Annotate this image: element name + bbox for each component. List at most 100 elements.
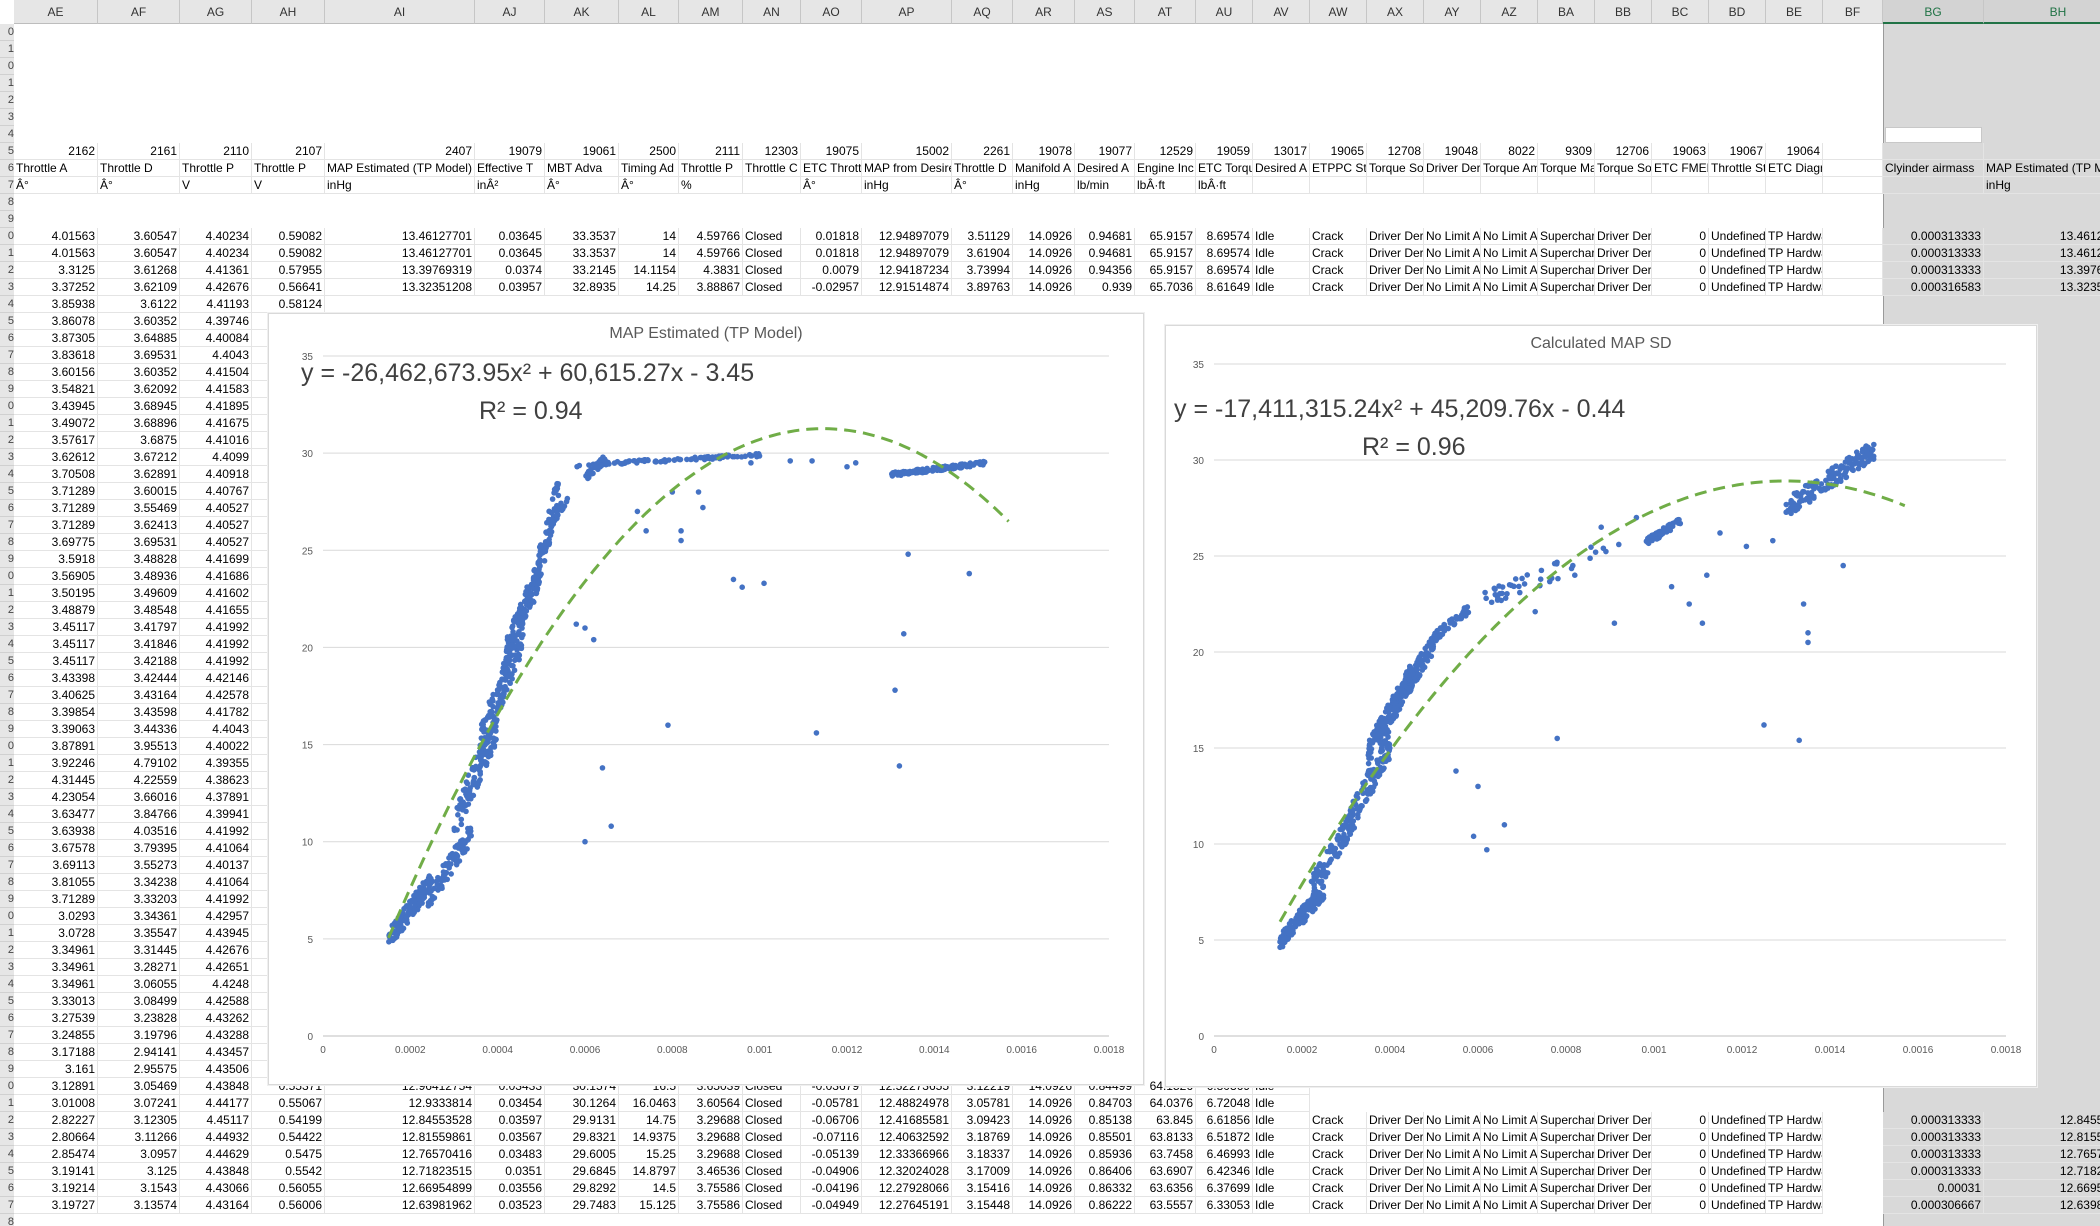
cell-be[interactable]: TP Hardware FMEM — [1766, 1112, 1823, 1129]
cell-an[interactable]: 12303 — [743, 143, 801, 160]
cell-am[interactable]: 4.3831 — [679, 262, 743, 279]
row-header[interactable]: 7 — [0, 857, 14, 874]
cell-ae[interactable]: 3.17188 — [14, 1044, 98, 1061]
cell-ao[interactable]: -0.05139 — [801, 1146, 862, 1163]
cell-af[interactable]: 3.67212 — [98, 449, 180, 466]
row-header[interactable]: 6 — [0, 670, 14, 687]
cell-ae[interactable]: 3.48879 — [14, 602, 98, 619]
cell-ar[interactable]: 14.0926 — [1013, 1180, 1075, 1197]
row-header[interactable]: 0 — [0, 398, 14, 415]
cell-bb[interactable]: Driver Der — [1595, 1146, 1652, 1163]
cell-ar[interactable]: 14.0926 — [1013, 1163, 1075, 1180]
cell-bd[interactable]: Undefined — [1709, 1163, 1766, 1180]
cell-ae[interactable]: 3.56905 — [14, 568, 98, 585]
cell-ag[interactable]: 4.41064 — [180, 840, 252, 857]
cell-aq[interactable]: 3.18337 — [952, 1146, 1013, 1163]
cell-bh[interactable]: 12.84553528 — [1984, 1112, 2100, 1129]
column-header-ay[interactable]: AY — [1424, 0, 1481, 24]
cell-av[interactable]: Idle — [1253, 262, 1310, 279]
column-header-av[interactable]: AV — [1253, 0, 1310, 24]
cell-ag[interactable]: 4.40137 — [180, 857, 252, 874]
cell-ag[interactable]: 4.41992 — [180, 653, 252, 670]
cell-af[interactable]: 3.44336 — [98, 721, 180, 738]
cell-au[interactable]: 8.69574 — [1196, 245, 1253, 262]
cell-ae[interactable]: 3.71289 — [14, 500, 98, 517]
cell-bd[interactable]: Undefined — [1709, 1112, 1766, 1129]
column-header-ap[interactable]: AP — [862, 0, 952, 24]
cell-ae[interactable]: 3.34961 — [14, 959, 98, 976]
cell-ag[interactable]: 4.41992 — [180, 823, 252, 840]
row-header[interactable]: 4 — [0, 806, 14, 823]
column-header-ak[interactable]: AK — [545, 0, 619, 24]
cell-bh[interactable]: MAP Estimated (TP Model) — [1984, 160, 2100, 177]
cell-ae[interactable]: 3.49072 — [14, 415, 98, 432]
cell-ba[interactable]: Superchar — [1538, 245, 1595, 262]
cell-ai[interactable]: MAP Estimated (TP Model) — [325, 160, 475, 177]
cell-be[interactable]: ETC Diagnostic Statu — [1766, 160, 1823, 177]
cell-ag[interactable]: 4.40527 — [180, 500, 252, 517]
cell-af[interactable]: 3.84766 — [98, 806, 180, 823]
cell-an[interactable]: Closed — [743, 1180, 801, 1197]
cell-ae[interactable]: 3.40625 — [14, 687, 98, 704]
row-header[interactable]: 1 — [0, 75, 14, 92]
cell-be[interactable]: TP Hardware FMEM — [1766, 262, 1823, 279]
cell-an[interactable] — [743, 177, 801, 194]
cell-aj[interactable]: 0.03645 — [475, 228, 545, 245]
cell-ay[interactable]: No Limit A — [1424, 1146, 1481, 1163]
cell-at[interactable]: 65.7036 — [1135, 279, 1196, 296]
cell-ai[interactable]: 13.32351208 — [325, 279, 475, 296]
cell-ag[interactable]: 4.43288 — [180, 1027, 252, 1044]
cell-aq[interactable]: 2261 — [952, 143, 1013, 160]
cell-bc[interactable]: 0 — [1652, 1146, 1709, 1163]
cell-ar[interactable]: 14.0926 — [1013, 1146, 1075, 1163]
cell-af[interactable]: 3.125 — [98, 1163, 180, 1180]
cell-ag[interactable]: 4.41992 — [180, 891, 252, 908]
cell-aw[interactable]: Crack — [1310, 1112, 1367, 1129]
cell-ag[interactable]: 4.37891 — [180, 789, 252, 806]
cell-ah[interactable]: 0.59082 — [252, 245, 325, 262]
cell-ar[interactable]: inHg — [1013, 177, 1075, 194]
cell-ay[interactable]: Driver Der — [1424, 160, 1481, 177]
cell-ao[interactable]: -0.07116 — [801, 1129, 862, 1146]
cell-ag[interactable]: 4.39941 — [180, 806, 252, 823]
row-header[interactable]: 7 — [0, 687, 14, 704]
cell-at[interactable]: 65.9157 — [1135, 245, 1196, 262]
cell-al[interactable]: 14.8797 — [619, 1163, 679, 1180]
cell-ar[interactable]: 14.0926 — [1013, 279, 1075, 296]
cell-au[interactable]: ETC Torqu — [1196, 160, 1253, 177]
cell-ba[interactable]: Superchar — [1538, 228, 1595, 245]
cell-av[interactable]: Idle — [1253, 1146, 1310, 1163]
cell-ae[interactable]: 3.5918 — [14, 551, 98, 568]
cell-ak[interactable]: 29.8292 — [545, 1180, 619, 1197]
cell-ae[interactable]: 2.82227 — [14, 1112, 98, 1129]
row-header[interactable]: 3 — [0, 279, 14, 296]
cell-az[interactable]: No Limit A — [1481, 279, 1538, 296]
column-header-bc[interactable]: BC — [1652, 0, 1709, 24]
cell-bf[interactable] — [1823, 160, 1883, 177]
cell-ae[interactable]: 3.87305 — [14, 330, 98, 347]
cell-ai[interactable]: 12.81559861 — [325, 1129, 475, 1146]
cell-ae[interactable]: 3.83618 — [14, 347, 98, 364]
cell-bc[interactable]: 0 — [1652, 245, 1709, 262]
cell-ae[interactable]: 3.63477 — [14, 806, 98, 823]
row-header[interactable]: 1 — [0, 925, 14, 942]
cell-af[interactable]: 3.62413 — [98, 517, 180, 534]
cell-ag[interactable]: 4.43066 — [180, 1180, 252, 1197]
row-header[interactable]: 2 — [0, 942, 14, 959]
column-header-am[interactable]: AM — [679, 0, 743, 24]
cell-bc[interactable]: 0 — [1652, 1163, 1709, 1180]
cell-ag[interactable]: 4.43848 — [180, 1078, 252, 1095]
cell-ae[interactable]: 3.70508 — [14, 466, 98, 483]
cell-bd[interactable] — [1709, 177, 1766, 194]
cell-av[interactable] — [1253, 177, 1310, 194]
cell-as[interactable]: 0.85501 — [1075, 1129, 1135, 1146]
cell-bg[interactable]: 0.000316583 — [1883, 279, 1984, 296]
row-header[interactable]: 4 — [0, 466, 14, 483]
row-header[interactable]: 5 — [0, 483, 14, 500]
column-header-au[interactable]: AU — [1196, 0, 1253, 24]
cell-as[interactable]: 0.86332 — [1075, 1180, 1135, 1197]
cell-ah[interactable]: 0.56006 — [252, 1197, 325, 1214]
cell-ap[interactable]: 12.33366966 — [862, 1146, 952, 1163]
cell-ae[interactable]: 2.80664 — [14, 1129, 98, 1146]
cell-af[interactable]: 3.06055 — [98, 976, 180, 993]
